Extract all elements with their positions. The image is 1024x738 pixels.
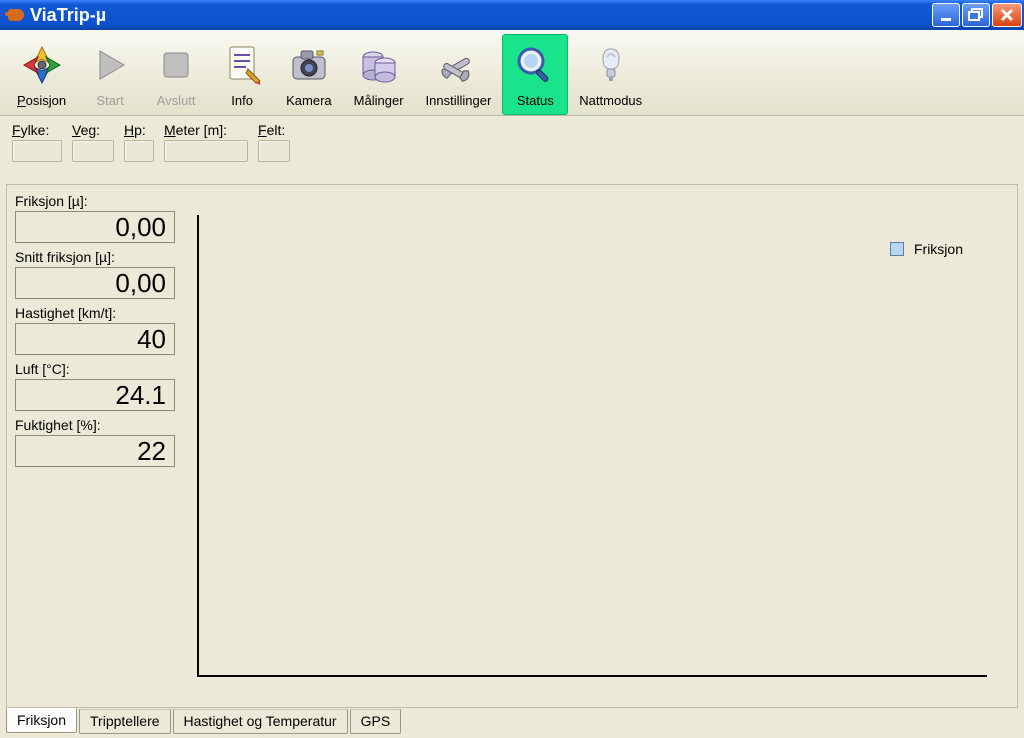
nattmodus-label: Nattmodus [579, 93, 642, 108]
toolbar: Posisjon Start Avslutt [0, 30, 1024, 116]
tab-gps[interactable]: GPS [350, 709, 402, 734]
hastighet-label: Hastighet [km/t]: [15, 305, 175, 321]
window-title: ViaTrip-µ [30, 5, 106, 26]
veg-group: Veg: [72, 122, 114, 162]
hp-value [124, 140, 154, 162]
chart-legend: Friksjon [890, 241, 963, 257]
fylke-label: Fylke: [12, 122, 62, 138]
status-label: Status [517, 93, 554, 108]
status-button[interactable]: Status [502, 34, 568, 115]
innstillinger-label: Innstillinger [426, 93, 492, 108]
posisjon-label: Posisjon [17, 93, 66, 108]
innstillinger-button[interactable]: Innstillinger [415, 34, 503, 115]
legend-swatch-friksjon [890, 242, 904, 256]
felt-group: Felt: [258, 122, 290, 162]
restore-button[interactable] [962, 3, 990, 27]
avslutt-label: Avslutt [157, 93, 196, 108]
snitt-group: Snitt friksjon [µ]: 0,00 [15, 249, 175, 299]
felt-label: Felt: [258, 122, 290, 138]
friksjon-value: 0,00 [15, 211, 175, 243]
hp-group: Hp: [124, 122, 154, 162]
luft-group: Luft [°C]: 24.1 [15, 361, 175, 411]
status-icon [513, 43, 557, 87]
tab-tripptellere[interactable]: Tripptellere [79, 709, 171, 734]
felt-value [258, 140, 290, 162]
restore-icon [968, 8, 984, 22]
meter-label: Meter [m]: [164, 122, 248, 138]
info-label: Info [231, 93, 253, 108]
info-button[interactable]: Info [209, 34, 275, 115]
measurement-stack: Friksjon [µ]: 0,00 Snitt friksjon [µ]: 0… [15, 193, 175, 473]
bottom-tabs: Friksjon Tripptellere Hastighet og Tempe… [6, 709, 401, 734]
close-button[interactable] [992, 3, 1022, 27]
posisjon-icon [20, 43, 64, 87]
kamera-label: Kamera [286, 93, 332, 108]
meter-group: Meter [m]: [164, 122, 248, 162]
malinger-button[interactable]: Målinger [343, 34, 415, 115]
friksjon-group: Friksjon [µ]: 0,00 [15, 193, 175, 243]
minimize-button[interactable] [932, 3, 960, 27]
snitt-label: Snitt friksjon [µ]: [15, 249, 175, 265]
innstillinger-icon [436, 43, 480, 87]
tab-friksjon[interactable]: Friksjon [6, 708, 77, 733]
kamera-icon [287, 43, 331, 87]
close-icon [999, 7, 1015, 23]
luft-value: 24.1 [15, 379, 175, 411]
posisjon-button[interactable]: Posisjon [6, 34, 77, 115]
start-button[interactable]: Start [77, 34, 143, 115]
nattmodus-icon [589, 43, 633, 87]
hastighet-group: Hastighet [km/t]: 40 [15, 305, 175, 355]
tab-hastighet-temperatur[interactable]: Hastighet og Temperatur [173, 709, 348, 734]
avslutt-button[interactable]: Avslutt [143, 34, 209, 115]
kamera-button[interactable]: Kamera [275, 34, 343, 115]
friksjon-chart [197, 215, 987, 677]
info-icon [220, 43, 264, 87]
fuktighet-label: Fuktighet [%]: [15, 417, 175, 433]
legend-label-friksjon: Friksjon [914, 241, 963, 257]
titlebar: ViaTrip-µ [0, 0, 1024, 30]
start-icon [88, 43, 132, 87]
main-panel: Friksjon [µ]: 0,00 Snitt friksjon [µ]: 0… [6, 184, 1018, 708]
friksjon-label: Friksjon [µ]: [15, 193, 175, 209]
fylke-value [12, 140, 62, 162]
fuktighet-value: 22 [15, 435, 175, 467]
malinger-label: Målinger [354, 93, 404, 108]
meter-value [164, 140, 248, 162]
minimize-icon [939, 8, 953, 22]
hastighet-value: 40 [15, 323, 175, 355]
fylke-group: Fylke: [12, 122, 62, 162]
snitt-value: 0,00 [15, 267, 175, 299]
start-label: Start [96, 93, 123, 108]
luft-label: Luft [°C]: [15, 361, 175, 377]
app-icon [8, 9, 24, 21]
veg-value [72, 140, 114, 162]
fuktighet-group: Fuktighet [%]: 22 [15, 417, 175, 467]
nattmodus-button[interactable]: Nattmodus [568, 34, 653, 115]
hp-label: Hp: [124, 122, 154, 138]
malinger-icon [357, 43, 401, 87]
veg-label: Veg: [72, 122, 114, 138]
fieldbar: Fylke: Veg: Hp: Meter [m]: Felt: [0, 116, 1024, 166]
avslutt-icon [154, 43, 198, 87]
